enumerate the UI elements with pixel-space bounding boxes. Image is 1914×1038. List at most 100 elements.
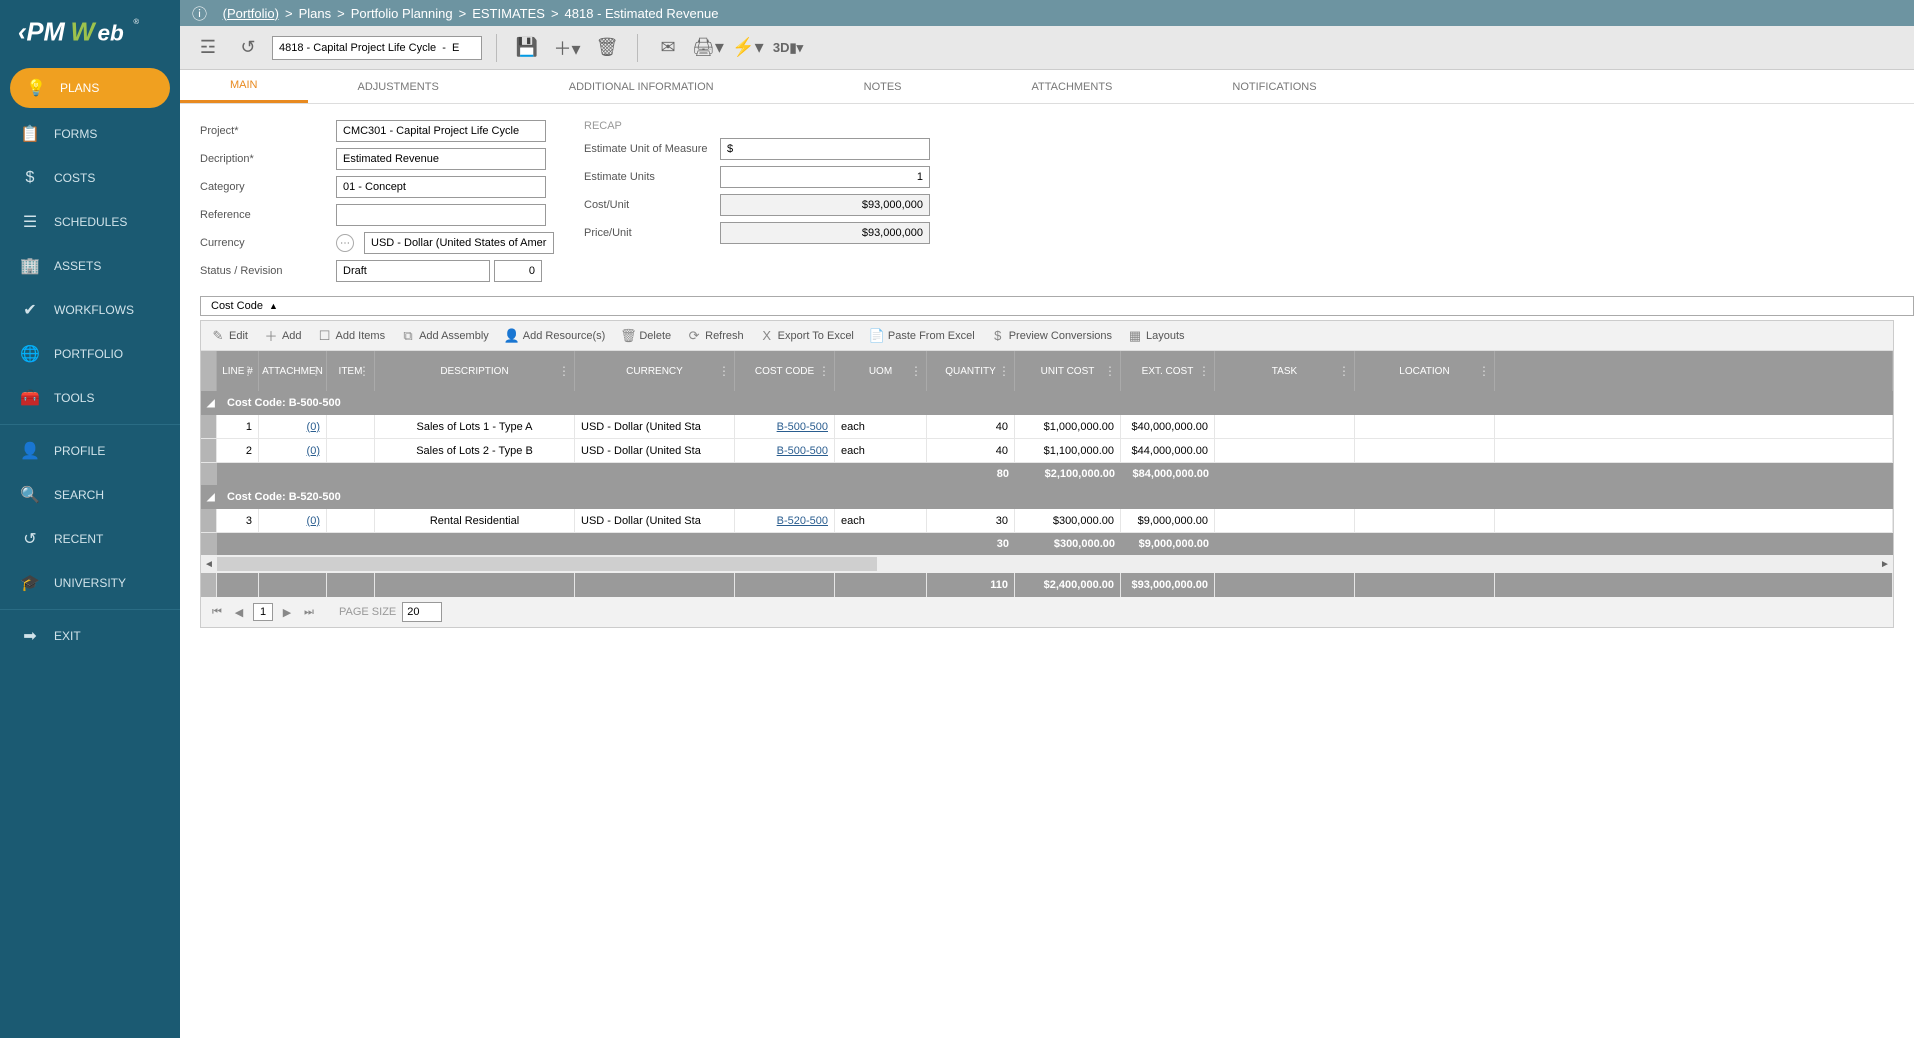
col-location[interactable]: LOCATION⋮ — [1355, 351, 1495, 391]
tab-notifications[interactable]: NOTIFICATIONS — [1172, 70, 1376, 103]
scroll-right-icon[interactable]: ► — [1877, 555, 1893, 573]
project-field[interactable] — [336, 120, 546, 142]
col-description[interactable]: DESCRIPTION⋮ — [375, 351, 575, 391]
breadcrumb-planning[interactable]: Portfolio Planning — [351, 6, 453, 21]
email-button[interactable]: ✉ — [652, 32, 684, 64]
reference-field[interactable] — [336, 204, 546, 226]
group-header[interactable]: ◢Cost Code: B-520-500 — [201, 485, 1893, 509]
scroll-left-icon[interactable]: ◄ — [201, 555, 217, 573]
sidebar-item-tools[interactable]: 🧰TOOLS — [0, 376, 180, 420]
record-dropdown[interactable] — [272, 36, 482, 60]
currency-options-button[interactable]: ⋯ — [336, 234, 354, 252]
category-field[interactable] — [336, 176, 546, 198]
breadcrumb-estimates[interactable]: ESTIMATES — [472, 6, 545, 21]
tab-notes[interactable]: NOTES — [794, 70, 972, 103]
3d-button[interactable]: 3D▮▾ — [772, 32, 804, 64]
price-field — [720, 222, 930, 244]
sidebar-item-plans[interactable]: 💡PLANS — [10, 68, 170, 108]
col-currency[interactable]: CURRENCY⋮ — [575, 351, 735, 391]
currency-field[interactable] — [364, 232, 554, 254]
building-icon: 🏢 — [20, 256, 40, 276]
table-row[interactable]: 2(0)Sales of Lots 2 - Type BUSD - Dollar… — [201, 439, 1893, 463]
tab-adjustments[interactable]: ADJUSTMENTS — [308, 70, 489, 103]
tabs: MAIN ADJUSTMENTS ADDITIONAL INFORMATION … — [180, 70, 1914, 104]
add-resources-button[interactable]: 👤Add Resource(s) — [505, 329, 606, 343]
sidebar-item-profile[interactable]: 👤PROFILE — [0, 429, 180, 473]
tab-main[interactable]: MAIN — [180, 70, 308, 103]
table-row[interactable]: 1(0)Sales of Lots 1 - Type AUSD - Dollar… — [201, 415, 1893, 439]
delete-button[interactable]: 🗑 — [591, 32, 623, 64]
col-costcode[interactable]: COST CODE⋮ — [735, 351, 835, 391]
add-assembly-button[interactable]: ⧉Add Assembly — [401, 329, 489, 343]
sidebar-item-forms[interactable]: 📋FORMS — [0, 112, 180, 156]
cell-attachments[interactable]: (0) — [259, 415, 327, 438]
refresh-button[interactable]: ⟳Refresh — [687, 329, 744, 343]
col-unitcost[interactable]: UNIT COST⋮ — [1015, 351, 1121, 391]
sidebar-item-university[interactable]: 🎓UNIVERSITY — [0, 561, 180, 605]
uom-field[interactable] — [720, 138, 930, 160]
scroll-thumb[interactable] — [217, 557, 877, 571]
page-number-input[interactable] — [253, 603, 273, 621]
sidebar-item-costs[interactable]: $COSTS — [0, 156, 180, 200]
edit-button[interactable]: ✎Edit — [211, 329, 248, 343]
sidebar-item-workflows[interactable]: ✔WORKFLOWS — [0, 288, 180, 332]
add-button[interactable]: ＋Add — [264, 329, 302, 343]
prev-page-button[interactable]: ◀ — [231, 604, 247, 620]
col-quantity[interactable]: QUANTITY⋮ — [927, 351, 1015, 391]
horizontal-scrollbar[interactable]: ◄ ► — [201, 555, 1893, 573]
add-button[interactable]: ＋▾ — [551, 32, 583, 64]
cell-attachments[interactable]: (0) — [259, 509, 327, 532]
breadcrumb-plans[interactable]: Plans — [299, 6, 332, 21]
col-line[interactable]: LINE #⋮ — [217, 351, 259, 391]
action-button[interactable]: ⚡▾ — [732, 32, 764, 64]
units-field[interactable] — [720, 166, 930, 188]
next-page-button[interactable]: ▶ — [279, 604, 295, 620]
history-button[interactable]: ↺ — [232, 32, 264, 64]
col-uom[interactable]: UOM⋮ — [835, 351, 927, 391]
first-page-button[interactable]: ⏮ — [209, 604, 225, 620]
col-extcost[interactable]: EXT. COST⋮ — [1121, 351, 1215, 391]
search-icon: 🔍 — [20, 485, 40, 505]
preview-conversions-button[interactable]: $Preview Conversions — [991, 329, 1112, 343]
col-attachments[interactable]: ATTACHMEN⋮ — [259, 351, 327, 391]
add-items-button[interactable]: ☐Add Items — [318, 329, 386, 343]
sidebar-item-schedules[interactable]: ☰SCHEDULES — [0, 200, 180, 244]
col-task[interactable]: TASK⋮ — [1215, 351, 1355, 391]
sidebar-item-exit[interactable]: ➡EXIT — [0, 614, 180, 658]
sidebar-item-label: PROFILE — [54, 444, 105, 458]
sidebar-item-recent[interactable]: ↺RECENT — [0, 517, 180, 561]
save-button[interactable]: 💾 — [511, 32, 543, 64]
cell-line: 2 — [217, 439, 259, 462]
status-field[interactable] — [336, 260, 490, 282]
info-icon[interactable]: ⓘ — [192, 3, 207, 24]
export-excel-button[interactable]: XExport To Excel — [760, 329, 854, 343]
reference-label: Reference — [200, 209, 330, 221]
paste-excel-button[interactable]: 📄Paste From Excel — [870, 329, 975, 343]
col-item[interactable]: ITEM⋮ — [327, 351, 375, 391]
sidebar-item-search[interactable]: 🔍SEARCH — [0, 473, 180, 517]
sidebar-item-assets[interactable]: 🏢ASSETS — [0, 244, 180, 288]
cell-extcost: $40,000,000.00 — [1121, 415, 1215, 438]
tab-attachments[interactable]: ATTACHMENTS — [972, 70, 1173, 103]
group-by-pill[interactable]: Cost Code▲ — [200, 296, 1914, 316]
list-button[interactable]: ☲ — [192, 32, 224, 64]
layouts-button[interactable]: ▦Layouts — [1128, 329, 1185, 343]
cell-costcode[interactable]: B-500-500 — [735, 439, 835, 462]
sidebar-item-portfolio[interactable]: 🌐PORTFOLIO — [0, 332, 180, 376]
cell-costcode[interactable]: B-520-500 — [735, 509, 835, 532]
last-page-button[interactable]: ⏭ — [301, 604, 317, 620]
check-icon: ✔ — [20, 300, 40, 320]
group-header[interactable]: ◢Cost Code: B-500-500 — [201, 391, 1893, 415]
page-size-input[interactable] — [402, 602, 442, 622]
cell-attachments[interactable]: (0) — [259, 439, 327, 462]
description-field[interactable] — [336, 148, 546, 170]
cell-costcode[interactable]: B-500-500 — [735, 415, 835, 438]
grid-body: ◢Cost Code: B-500-5001(0)Sales of Lots 1… — [201, 391, 1893, 555]
breadcrumb-root[interactable]: (Portfolio) — [223, 6, 279, 21]
delete-button[interactable]: 🗑Delete — [621, 329, 671, 343]
tab-additional[interactable]: ADDITIONAL INFORMATION — [489, 70, 794, 103]
revision-field[interactable] — [494, 260, 542, 282]
print-button[interactable]: 🖨▾ — [692, 32, 724, 64]
table-row[interactable]: 3(0)Rental ResidentialUSD - Dollar (Unit… — [201, 509, 1893, 533]
cell-unitcost: $1,100,000.00 — [1015, 439, 1121, 462]
